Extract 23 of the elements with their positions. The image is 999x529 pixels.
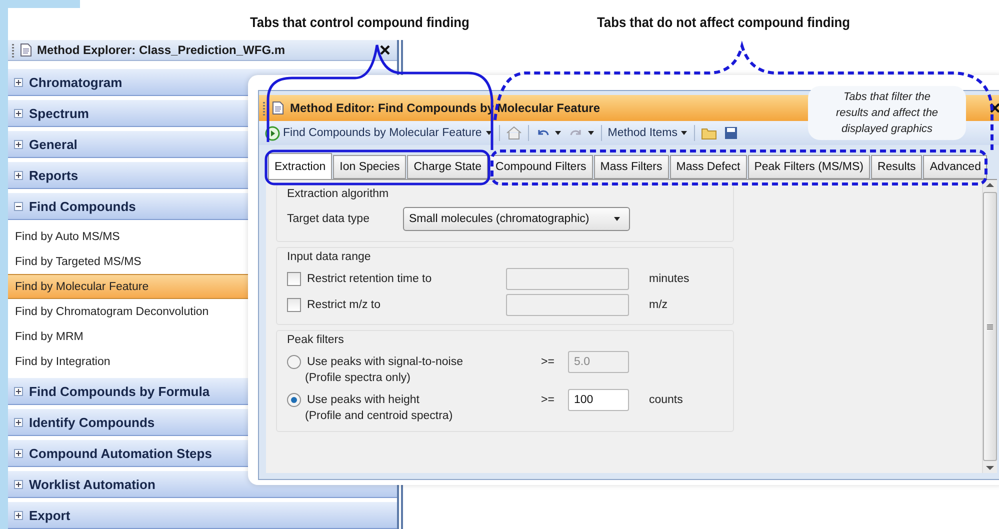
annotation-label: Tabs that do not affect compound finding: [597, 14, 850, 30]
dropdown[interactable]: Small molecules (chromatographic): [403, 207, 630, 231]
unit-label: counts: [648, 394, 683, 406]
tab[interactable]: Mass Filters: [594, 155, 669, 179]
group-title: Peak filters: [287, 334, 344, 346]
operator-label: >=: [540, 356, 556, 368]
input-field[interactable]: 100: [568, 389, 629, 411]
tab[interactable]: Extraction: [268, 153, 332, 179]
tab[interactable]: Mass Defect: [670, 155, 747, 179]
tab[interactable]: Ion Species: [333, 155, 406, 179]
tab[interactable]: Peak Filters (MS/MS): [748, 155, 870, 179]
window-title: Method Explorer: Class_Prediction_WFG.m: [37, 43, 286, 57]
tab[interactable]: Charge State: [407, 155, 488, 179]
section-header[interactable]: Export: [8, 502, 397, 529]
unit-label: minutes: [648, 273, 690, 285]
unit-label: m/z: [648, 299, 668, 311]
tab[interactable]: Advanced: [923, 155, 988, 179]
annotation-label: Tabs that control compound finding: [250, 14, 470, 30]
group-title: Input data range: [287, 251, 371, 263]
operator-label: >=: [540, 394, 556, 406]
tab[interactable]: Results: [870, 155, 922, 179]
run-button[interactable]: Find Compounds by Molecular Feature: [265, 126, 493, 140]
tab[interactable]: Compound Filters: [489, 155, 593, 179]
